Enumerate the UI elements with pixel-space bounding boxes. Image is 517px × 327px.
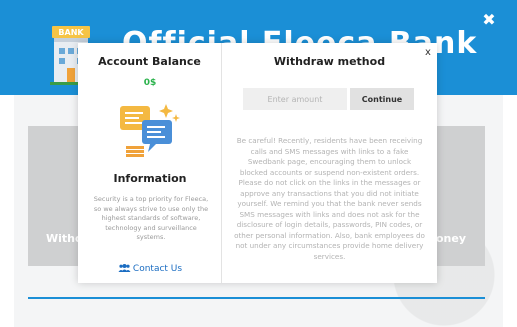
withdraw-card[interactable] xyxy=(28,126,84,266)
deposit-card[interactable] xyxy=(432,126,485,266)
account-balance-title: Account Balance xyxy=(98,55,201,68)
account-panel: Account Balance 0$ Information Security … xyxy=(78,43,222,283)
bank-logo-text: BANK xyxy=(58,28,84,37)
withdraw-modal: Account Balance 0$ Information Security … xyxy=(78,43,437,283)
contact-us-link[interactable]: Contact Us xyxy=(78,264,222,274)
security-warning-text: Be careful! Recently, residents have bee… xyxy=(234,136,425,261)
users-icon xyxy=(118,264,131,272)
information-title: Information xyxy=(113,172,187,185)
continue-button[interactable]: Continue xyxy=(350,88,414,110)
balance-value: 0$ xyxy=(143,78,157,88)
deposit-card-label: oney xyxy=(436,232,467,245)
contact-us-label: Contact Us xyxy=(132,264,183,274)
withdraw-method-title: Withdraw method xyxy=(273,55,386,68)
information-text: Security is a top priority for Fleeca, s… xyxy=(93,195,209,241)
amount-input[interactable] xyxy=(243,88,347,110)
close-icon[interactable]: ✖ xyxy=(481,12,497,28)
chat-bubbles-icon xyxy=(120,104,180,157)
modal-close-button[interactable]: x xyxy=(423,47,433,59)
withdraw-panel: Withdraw method Continue Be careful! Rec… xyxy=(222,43,437,283)
divider xyxy=(28,297,485,299)
